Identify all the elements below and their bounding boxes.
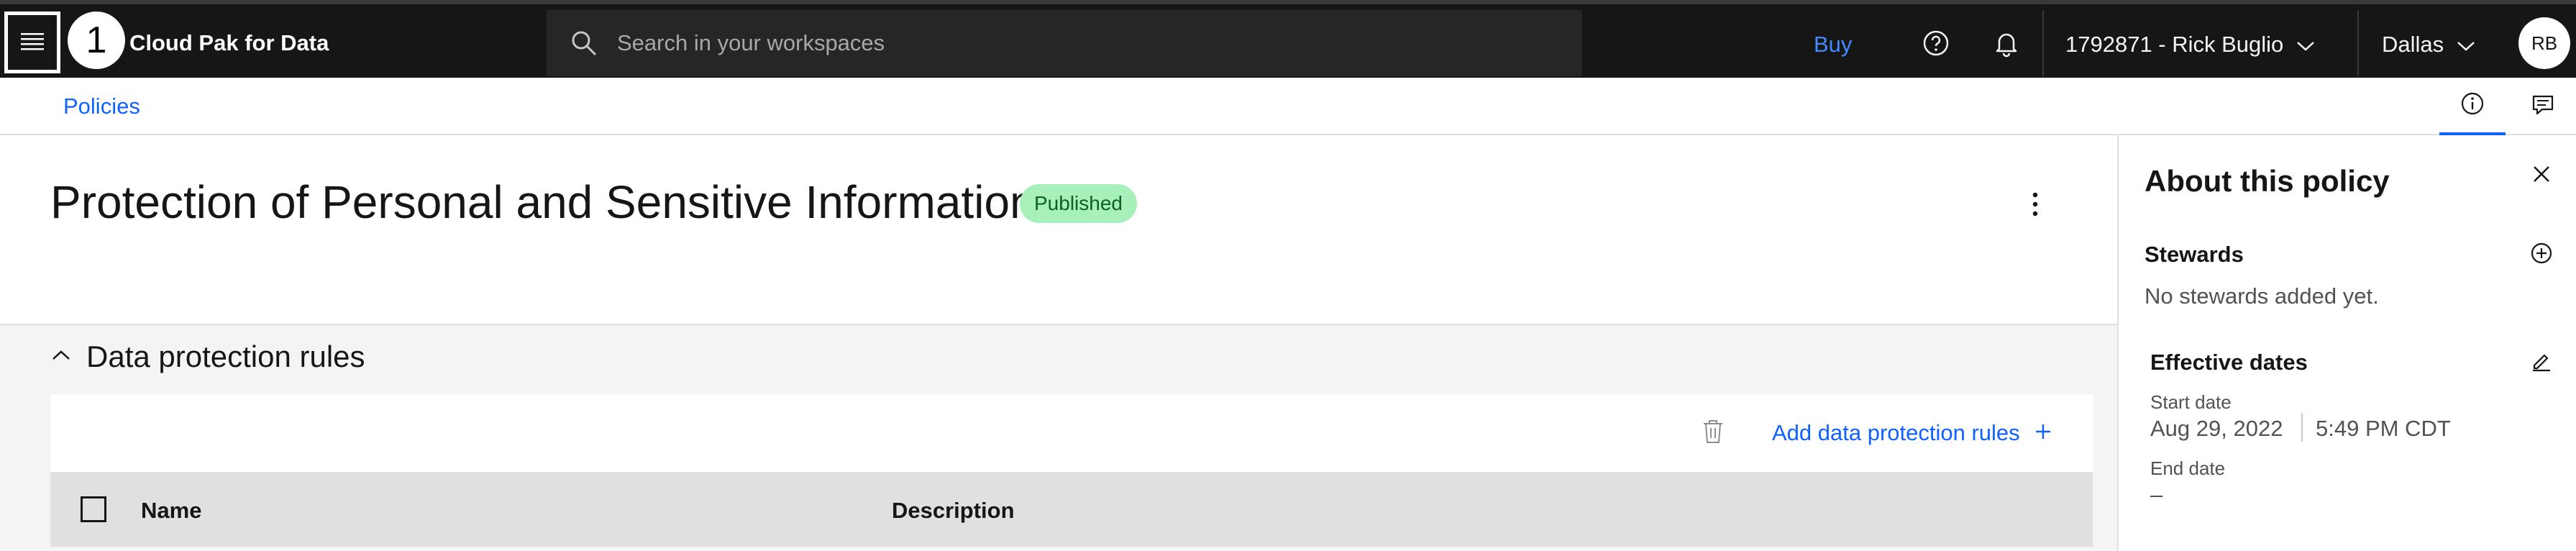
- help-button[interactable]: [1920, 29, 1952, 60]
- global-search[interactable]: [547, 10, 1582, 76]
- end-date-value: –: [2150, 482, 2163, 507]
- menu-icon: [20, 31, 45, 55]
- buy-link[interactable]: Buy: [1814, 32, 1852, 58]
- account-switcher[interactable]: 1792871 - Rick Buglio: [2065, 32, 2315, 58]
- policy-main: Protection of Personal and Sensitive Inf…: [0, 135, 2117, 551]
- data-protection-rules-section: Data protection rules Add data protectio…: [0, 324, 2117, 551]
- top-navigation-bar: 1 Cloud Pak for Data Buy 1792871 - Rick …: [0, 0, 2576, 78]
- user-avatar[interactable]: RB: [2518, 17, 2570, 69]
- page-title: Protection of Personal and Sensitive Inf…: [50, 176, 1036, 228]
- breadcrumb-policies[interactable]: Policies: [63, 94, 140, 119]
- add-data-protection-rules-button[interactable]: Add data protection rules: [1772, 420, 2052, 446]
- end-date-label: End date: [2150, 457, 2226, 479]
- tab-information[interactable]: [2439, 78, 2506, 135]
- date-divider: [2301, 413, 2303, 442]
- add-icon: [2034, 420, 2052, 446]
- close-icon: [2532, 165, 2551, 187]
- status-badge: Published: [1020, 184, 1137, 223]
- trash-icon: [1702, 419, 1724, 447]
- account-label: 1792871 - Rick Buglio: [2065, 32, 2284, 57]
- product-name[interactable]: Cloud Pak for Data: [129, 30, 329, 56]
- menu-button[interactable]: [4, 12, 60, 73]
- overflow-menu-button[interactable]: [2015, 186, 2055, 226]
- table-header-row: Name Description: [50, 472, 2093, 547]
- column-header-name[interactable]: Name: [141, 498, 201, 524]
- edit-dates-button[interactable]: [2526, 347, 2557, 378]
- notification-icon: [1992, 29, 2021, 61]
- region-label: Dallas: [2382, 32, 2444, 57]
- chevron-down-icon: [2296, 32, 2315, 58]
- delete-button[interactable]: [1697, 417, 1729, 449]
- information-icon: [2460, 91, 2485, 119]
- chevron-down-icon: [2457, 32, 2475, 58]
- close-panel-button[interactable]: [2526, 160, 2557, 191]
- stewards-heading: Stewards: [2145, 242, 2244, 267]
- breadcrumb-bar: Policies: [0, 78, 2576, 135]
- start-time-value: 5:49 PM CDT: [2316, 416, 2451, 441]
- step-marker: 1: [68, 12, 125, 69]
- about-policy-panel: About this policy Stewards No stewards a…: [2117, 135, 2576, 551]
- add-steward-button[interactable]: [2526, 239, 2557, 270]
- add-rules-label: Add data protection rules: [1772, 420, 2020, 445]
- region-switcher[interactable]: Dallas: [2382, 32, 2475, 58]
- search-input[interactable]: [617, 30, 1552, 56]
- help-icon: [1922, 29, 1950, 61]
- panel-title: About this policy: [2145, 164, 2390, 198]
- search-icon: [568, 27, 600, 59]
- edit-icon: [2530, 350, 2553, 376]
- section-toggle[interactable]: Data protection rules: [52, 340, 365, 374]
- effective-dates-heading: Effective dates: [2150, 350, 2308, 375]
- tab-comments[interactable]: [2510, 78, 2576, 135]
- add-circle-icon: [2530, 242, 2553, 268]
- table-toolbar: Add data protection rules: [50, 394, 2093, 472]
- start-date-label: Start date: [2150, 391, 2232, 413]
- comment-icon: [2531, 93, 2555, 121]
- overflow-menu-icon: [2032, 191, 2039, 221]
- chevron-up-icon: [52, 350, 70, 365]
- stewards-empty-message: No stewards added yet.: [2145, 283, 2379, 309]
- section-title: Data protection rules: [86, 340, 365, 373]
- start-date-value: Aug 29, 2022: [2150, 416, 2283, 441]
- column-header-description[interactable]: Description: [892, 498, 1015, 524]
- notifications-button[interactable]: [1991, 29, 2022, 60]
- select-all-checkbox[interactable]: [81, 496, 106, 522]
- header-divider: [2042, 10, 2044, 76]
- header-divider: [2357, 10, 2359, 76]
